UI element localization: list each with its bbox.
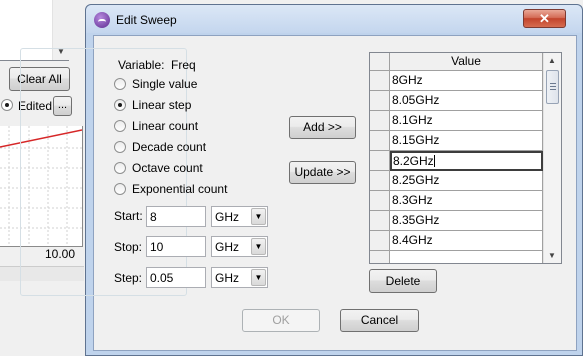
cell-value: 8.05GHz bbox=[392, 93, 440, 107]
text-caret bbox=[433, 155, 435, 167]
table-row[interactable]: 8.3GHz bbox=[370, 191, 543, 211]
cell-value: 8.15GHz bbox=[392, 133, 440, 147]
row-header[interactable] bbox=[370, 191, 390, 211]
row-header[interactable] bbox=[370, 171, 390, 191]
radio-button[interactable] bbox=[114, 99, 126, 111]
table-row[interactable]: 8GHz bbox=[370, 71, 543, 91]
table-row[interactable]: 8.25GHz bbox=[370, 171, 543, 191]
table-cell[interactable]: 8.3GHz bbox=[390, 191, 543, 211]
row-header[interactable] bbox=[370, 111, 390, 131]
stop-input[interactable] bbox=[146, 236, 206, 257]
stop-unit-select[interactable]: GHz ▼ bbox=[211, 236, 268, 257]
close-button[interactable]: ✕ bbox=[523, 9, 566, 28]
stop-unit-value: GHz bbox=[215, 240, 239, 254]
row-header[interactable] bbox=[370, 151, 390, 171]
row-header[interactable] bbox=[370, 231, 390, 251]
radio-button[interactable] bbox=[114, 78, 126, 90]
variable-value: Freq bbox=[171, 58, 196, 72]
step-unit-select[interactable]: GHz ▼ bbox=[211, 267, 268, 288]
radio-label: Exponential count bbox=[132, 182, 228, 196]
grid-corner bbox=[370, 53, 390, 71]
table-cell[interactable] bbox=[390, 251, 543, 263]
radio-label: Linear step bbox=[132, 98, 192, 112]
cancel-button[interactable]: Cancel bbox=[340, 309, 419, 332]
cell-value: 8.1GHz bbox=[392, 113, 433, 127]
table-cell[interactable]: 8.1GHz bbox=[390, 111, 543, 131]
radio-button[interactable] bbox=[114, 162, 126, 174]
start-input[interactable] bbox=[146, 206, 206, 227]
row-header[interactable] bbox=[370, 131, 390, 151]
radio-button[interactable] bbox=[114, 120, 126, 132]
radio-label: Octave count bbox=[132, 161, 203, 175]
stop-label: Stop: bbox=[114, 240, 143, 254]
update-button[interactable]: Update >> bbox=[289, 161, 356, 184]
start-unit-value: GHz bbox=[215, 210, 239, 224]
table-row[interactable]: 8.35GHz bbox=[370, 211, 543, 231]
row-header[interactable] bbox=[370, 211, 390, 231]
step-input[interactable] bbox=[146, 267, 206, 288]
row-header[interactable] bbox=[370, 91, 390, 111]
scrollbar-thumb[interactable] bbox=[546, 70, 559, 104]
table-cell[interactable]: 8.4GHz bbox=[390, 231, 543, 251]
table-row[interactable]: 8.2GHz bbox=[370, 151, 543, 171]
dropdown-arrow-icon[interactable]: ▼ bbox=[251, 238, 266, 255]
dialog-titlebar[interactable]: Edit Sweep ✕ bbox=[86, 5, 582, 33]
table-row[interactable] bbox=[370, 251, 543, 263]
table-cell[interactable]: 8.15GHz bbox=[390, 131, 543, 151]
start-label: Start: bbox=[114, 209, 143, 223]
scroll-down-icon[interactable]: ▼ bbox=[548, 251, 556, 260]
table-row[interactable]: 8.05GHz bbox=[370, 91, 543, 111]
step-label: Step: bbox=[114, 271, 143, 285]
sweep-values-grid[interactable]: Value 8GHz 8.05GHz 8.1GHz 8.15GHz 8.2GHz 8.25… bbox=[369, 52, 562, 264]
dialog-title: Edit Sweep bbox=[116, 13, 177, 27]
cell-value: 8.4GHz bbox=[392, 233, 433, 247]
close-icon: ✕ bbox=[539, 11, 550, 26]
cell-value: 8.25GHz bbox=[392, 173, 440, 187]
step-unit-value: GHz bbox=[215, 271, 239, 285]
row-header[interactable] bbox=[370, 251, 390, 263]
grid-column-header[interactable]: Value bbox=[390, 53, 543, 71]
cell-value: 8.35GHz bbox=[392, 213, 440, 227]
table-row[interactable]: 8.1GHz bbox=[370, 111, 543, 131]
table-cell[interactable]: 8.05GHz bbox=[390, 91, 543, 111]
delete-button[interactable]: Delete bbox=[369, 269, 437, 293]
radio-label: Decade count bbox=[132, 140, 207, 154]
table-cell[interactable]: 8.25GHz bbox=[390, 171, 543, 191]
edited-radio[interactable] bbox=[1, 99, 13, 111]
add-button[interactable]: Add >> bbox=[289, 116, 356, 139]
start-unit-select[interactable]: GHz ▼ bbox=[211, 206, 268, 227]
dropdown-arrow-icon[interactable]: ▼ bbox=[251, 269, 266, 286]
radio-button[interactable] bbox=[114, 183, 126, 195]
table-row[interactable]: 8.15GHz bbox=[370, 131, 543, 151]
radio-button[interactable] bbox=[114, 141, 126, 153]
app-logo-icon bbox=[94, 12, 110, 28]
radio-label: Single value bbox=[132, 77, 198, 91]
cell-value: 8.3GHz bbox=[392, 193, 433, 207]
row-header[interactable] bbox=[370, 71, 390, 91]
radio-label: Linear count bbox=[132, 119, 199, 133]
table-cell[interactable]: 8.2GHz bbox=[390, 151, 543, 171]
table-row[interactable]: 8.4GHz bbox=[370, 231, 543, 251]
table-cell[interactable]: 8.35GHz bbox=[390, 211, 543, 231]
scroll-up-icon[interactable]: ▲ bbox=[548, 56, 556, 65]
table-cell[interactable]: 8GHz bbox=[390, 71, 543, 91]
ok-button[interactable]: OK bbox=[242, 309, 320, 332]
grid-scrollbar[interactable]: ▲ ▼ bbox=[543, 53, 561, 263]
dropdown-arrow-icon[interactable]: ▼ bbox=[251, 208, 266, 225]
variable-label: Variable: bbox=[118, 58, 165, 72]
cell-value: 8.2GHz bbox=[393, 154, 434, 168]
cell-value: 8GHz bbox=[392, 73, 423, 87]
